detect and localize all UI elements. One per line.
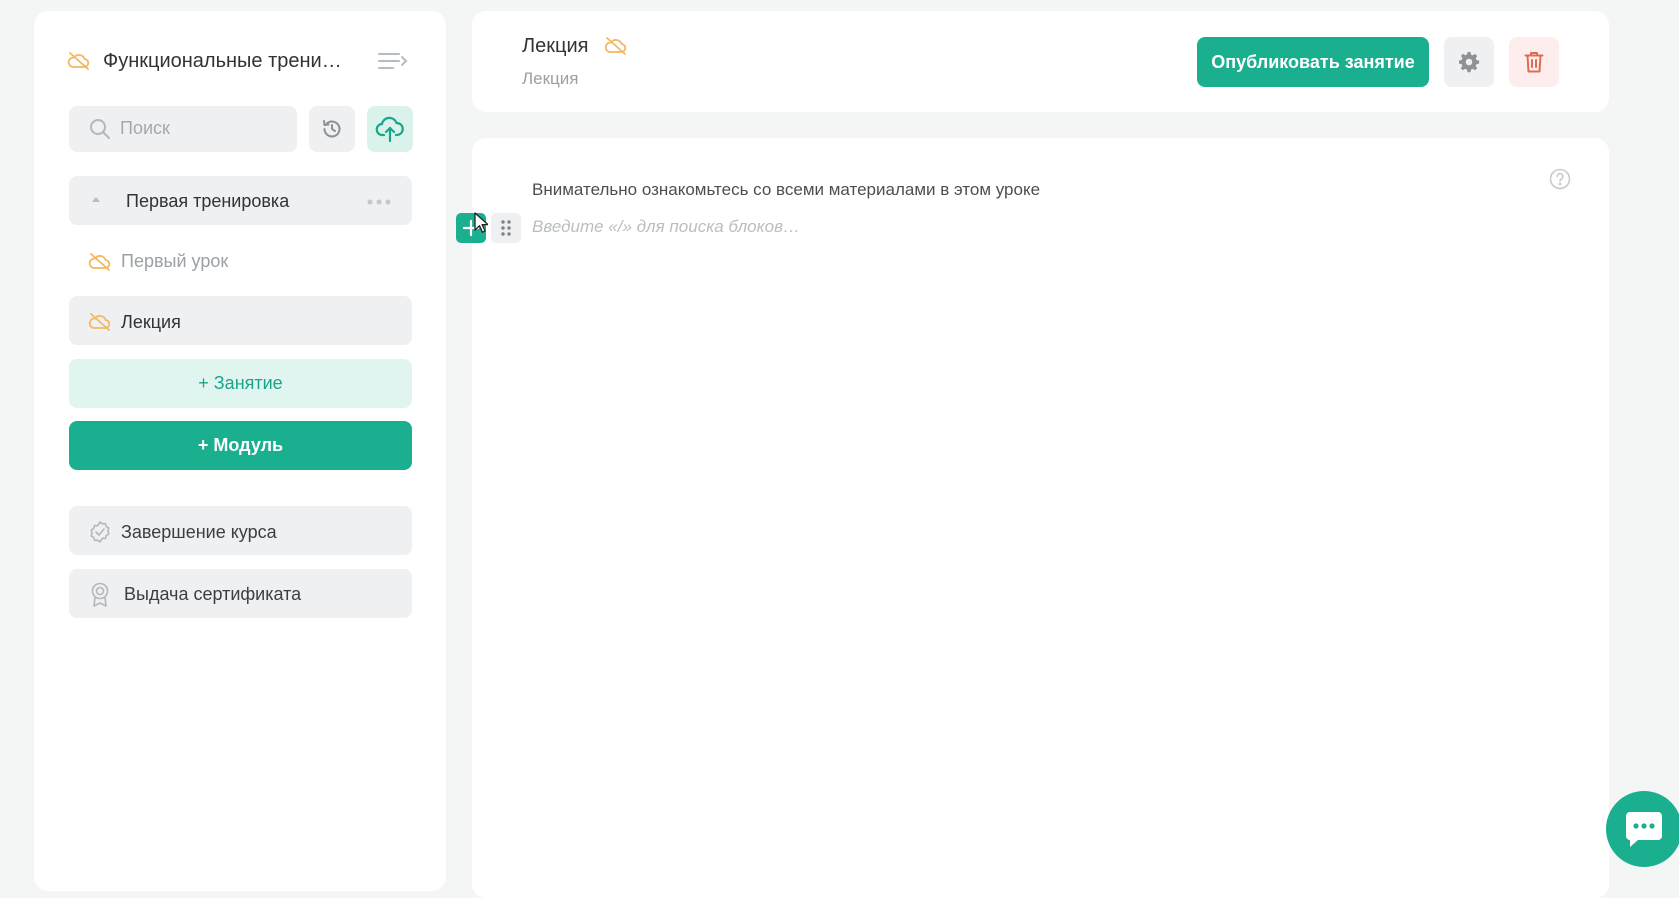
mouse-cursor-icon	[474, 212, 488, 234]
course-completion-label: Завершение курса	[121, 522, 277, 542]
sidebar-item-label: Лекция	[121, 312, 181, 332]
lesson-instruction-text[interactable]: Внимательно ознакомьтесь со всеми матери…	[532, 180, 1040, 200]
drag-dots-icon	[501, 220, 511, 236]
search-placeholder: Поиск	[120, 118, 170, 138]
delete-button[interactable]	[1509, 37, 1559, 87]
chat-icon	[1626, 812, 1662, 847]
certificate-label: Выдача сертификата	[124, 584, 302, 604]
search-icon	[89, 118, 111, 140]
eye-off-icon	[67, 50, 91, 72]
eye-off-icon	[88, 251, 112, 273]
collapse-menu-icon[interactable]	[377, 51, 409, 71]
editor-panel	[472, 138, 1609, 898]
trash-icon	[1524, 52, 1544, 73]
chevron-up-icon[interactable]	[92, 197, 100, 202]
module-title: Первая тренировка	[126, 191, 290, 211]
more-dots-icon[interactable]	[367, 199, 391, 205]
page-subtitle: Лекция	[522, 69, 579, 88]
upload-button[interactable]	[367, 106, 413, 152]
badge-check-icon	[88, 520, 112, 544]
history-icon	[323, 120, 341, 138]
chat-button[interactable]	[1606, 791, 1679, 867]
settings-button[interactable]	[1444, 37, 1494, 87]
gear-icon	[1459, 52, 1480, 73]
help-icon[interactable]	[1549, 168, 1571, 190]
cloud-upload-icon	[375, 116, 404, 143]
drag-handle[interactable]	[491, 213, 521, 243]
eye-off-icon	[88, 311, 112, 333]
add-lesson-button[interactable]: + Занятие	[69, 359, 412, 408]
course-title[interactable]: Функциональные трени…	[103, 50, 342, 73]
block-input-placeholder[interactable]: Введите «/» для поиска блоков…	[532, 217, 800, 237]
lesson-header-panel	[472, 11, 1609, 112]
add-module-button[interactable]: + Модуль	[69, 421, 412, 470]
sidebar-item-first-lesson[interactable]: Первый урок	[121, 251, 228, 272]
award-icon	[89, 582, 111, 608]
history-button[interactable]	[309, 106, 355, 152]
page-title: Лекция	[522, 35, 589, 57]
publish-button[interactable]: Опубликовать занятие	[1197, 37, 1429, 87]
eye-off-icon[interactable]	[604, 35, 628, 57]
